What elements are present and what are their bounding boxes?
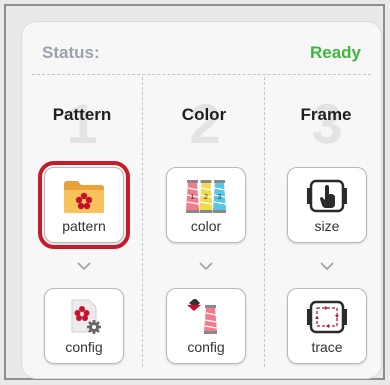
trace-button[interactable]: trace bbox=[287, 288, 367, 364]
workflow-panel: Status: Ready 1 Pattern 2 Color 3 Frame … bbox=[22, 22, 381, 378]
color-label: color bbox=[190, 218, 222, 234]
pattern-button[interactable]: pattern bbox=[38, 161, 130, 249]
column-title-frame: Frame bbox=[300, 105, 352, 124]
status-value: Ready bbox=[309, 43, 361, 62]
pattern-config-button[interactable]: config bbox=[44, 288, 124, 364]
svg-text:2: 2 bbox=[204, 194, 208, 201]
flower-file-gear-icon bbox=[71, 299, 101, 334]
color-config-label: config bbox=[187, 339, 225, 355]
hoop-trace-icon bbox=[307, 300, 347, 334]
column-title-color: Color bbox=[181, 105, 227, 124]
size-button[interactable]: size bbox=[287, 167, 367, 243]
paint-spool-icon bbox=[187, 299, 218, 334]
size-label: size bbox=[314, 218, 340, 234]
status-label: Status: bbox=[42, 43, 100, 62]
chevron-down-icon bbox=[77, 262, 91, 270]
pattern-label: pattern bbox=[62, 218, 106, 234]
pattern-config-label: config bbox=[65, 339, 103, 355]
trace-label: trace bbox=[311, 339, 343, 355]
svg-text:1: 1 bbox=[191, 194, 195, 201]
dialog-frame: Status: Ready 1 Pattern 2 Color 3 Frame … bbox=[4, 4, 385, 380]
folder-flower-icon bbox=[64, 181, 104, 213]
header-divider bbox=[32, 74, 371, 75]
color-button[interactable]: 2 3 1 color bbox=[166, 167, 246, 243]
column-divider bbox=[264, 77, 265, 367]
svg-text:3: 3 bbox=[218, 194, 222, 201]
thread-spools-icon: 2 3 1 bbox=[186, 180, 227, 213]
color-config-button[interactable]: config bbox=[166, 288, 246, 364]
column-divider bbox=[142, 77, 143, 367]
hoop-hand-icon bbox=[307, 179, 347, 213]
chevron-down-icon bbox=[199, 262, 213, 270]
chevron-down-icon bbox=[320, 262, 334, 270]
column-title-pattern: Pattern bbox=[52, 105, 112, 124]
